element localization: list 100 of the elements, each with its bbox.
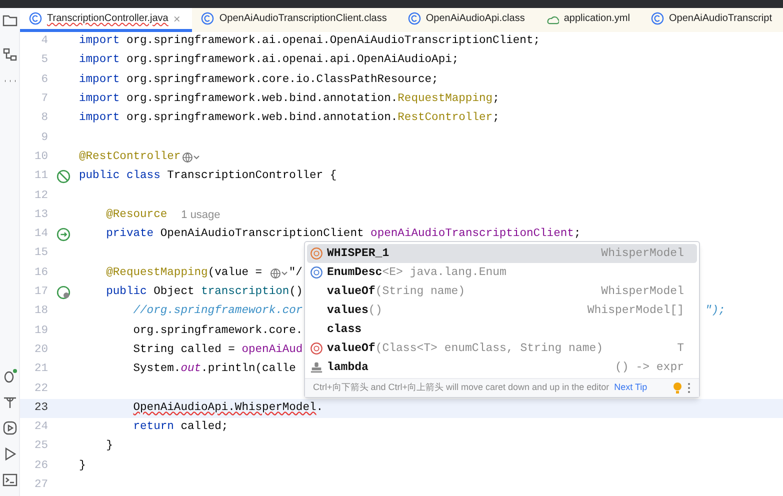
endpoint-icon[interactable] <box>56 285 71 300</box>
editor-tab[interactable]: OpenAiAudioApi.class <box>398 8 537 32</box>
completion-item[interactable]: EnumDesc<E> java.lang.Enum <box>307 263 697 282</box>
tab-label: OpenAiAudioApi.class <box>426 12 525 26</box>
completion-type: () -> expr <box>614 360 684 376</box>
code-text: ; <box>492 92 500 108</box>
code-text: private <box>105 226 154 242</box>
code-text: import <box>79 52 120 68</box>
enum-class-icon <box>310 266 323 279</box>
line-number: 25 <box>33 439 48 454</box>
more-options-icon[interactable] <box>687 382 691 394</box>
line-number: 20 <box>33 342 48 358</box>
code-text: import <box>79 72 120 88</box>
class-file-icon <box>408 12 421 25</box>
completion-item[interactable]: lambda () -> expr <box>307 358 697 377</box>
completion-name: lambda <box>327 360 368 374</box>
line-number: 17 <box>33 285 48 300</box>
injection-icon[interactable] <box>56 227 71 242</box>
code-text: TranscriptionController { <box>166 168 337 184</box>
line-number: 14 <box>33 227 48 242</box>
line-number: 18 <box>33 304 48 320</box>
code-text: String called = <box>132 342 236 358</box>
completion-item[interactable]: valueOf(Class<T> enumClass, String name) T <box>307 339 697 358</box>
tab-label: application.yml <box>564 12 630 26</box>
editor-tab[interactable]: TranscriptionController.java × <box>20 8 192 32</box>
line-number: 12 <box>33 188 48 204</box>
editor-tab[interactable]: application.yml <box>536 8 642 32</box>
completion-signature: <E> java.lang.Enum <box>382 266 506 279</box>
code-text: public <box>105 284 147 300</box>
completion-signature: (String name) <box>375 284 466 298</box>
completion-signature: () <box>368 304 382 317</box>
line-number: 24 <box>33 420 48 436</box>
code-text: import <box>79 34 120 50</box>
completion-name: WHISPER_1 <box>327 246 390 260</box>
code-text: "); <box>705 304 726 320</box>
code-text: ; <box>574 227 581 242</box>
line-number: 27 <box>33 478 48 493</box>
completion-item[interactable]: WHISPER_1 WhisperModel <box>307 244 697 263</box>
run-services-icon[interactable] <box>2 420 18 436</box>
completion-item[interactable]: values() WhisperModel[] <box>307 301 697 320</box>
line-number: 6 <box>40 72 48 88</box>
line-number: 22 <box>33 382 48 397</box>
code-text: () <box>289 284 303 300</box>
editor-tab[interactable]: OpenAiAudioTranscript <box>642 8 783 32</box>
bean-icon[interactable] <box>56 169 71 184</box>
line-number: 11 <box>33 169 48 184</box>
code-text: out <box>180 362 202 378</box>
code-text: @RequestMapping <box>105 266 208 281</box>
code-text: org.springframework.web.bind.annotation. <box>125 110 398 126</box>
structure-icon[interactable] <box>2 47 18 63</box>
code-text: } <box>79 458 86 474</box>
tab-label: TranscriptionController.java <box>47 12 168 26</box>
code-text: import <box>79 92 120 108</box>
line-number: 26 <box>33 458 48 474</box>
enum-constant-icon <box>310 247 323 260</box>
code-text: openAiAudioTranscriptionClient <box>370 226 574 242</box>
line-number: 23 <box>33 400 48 416</box>
completion-type: WhisperModel[] <box>587 302 684 319</box>
code-text: @Resource <box>105 208 168 223</box>
code-text: @RestController <box>79 150 181 165</box>
code-text: return <box>132 420 174 436</box>
code-text: ; <box>492 111 500 126</box>
line-number: 21 <box>33 362 48 378</box>
globe-menu-icon[interactable] <box>270 268 288 279</box>
completion-name: valueOf <box>327 342 376 355</box>
code-text: .println(calle <box>201 362 296 378</box>
tab-label: OpenAiAudioTranscriptionClient.class <box>219 12 387 26</box>
editor-tab[interactable]: OpenAiAudioTranscriptionClient.class <box>192 8 399 32</box>
completion-name: values <box>327 304 368 317</box>
code-text: . <box>316 400 324 416</box>
line-number: 13 <box>33 208 48 223</box>
code-text: called; <box>180 420 228 436</box>
tip-text: Ctrl+向下箭头 and Ctrl+向上箭头 will move caret down and up in the editor <box>313 381 610 394</box>
line-number: 4 <box>40 34 48 50</box>
code-text: org.springframework.core.io.ClassPathResource; <box>125 72 438 88</box>
completion-signature: (Class<T> enumClass, String name) <box>375 342 604 355</box>
completion-type: WhisperModel <box>601 284 684 300</box>
line-number: 19 <box>33 324 48 339</box>
code-text: System. <box>132 362 181 378</box>
completion-item[interactable]: valueOf(String name) WhisperModel <box>307 282 697 301</box>
method-icon <box>310 342 323 355</box>
code-text: } <box>105 438 113 454</box>
next-tip-link[interactable]: Next Tip <box>614 381 648 395</box>
terminal-icon[interactable] <box>2 472 18 488</box>
class-file-icon <box>201 12 214 25</box>
code-text: org.springframework.core. <box>132 324 303 339</box>
completion-item[interactable]: class <box>307 320 697 339</box>
line-number: 15 <box>33 246 48 262</box>
class-file-icon <box>29 12 42 25</box>
line-number: 5 <box>40 53 48 68</box>
completion-name: class <box>327 322 362 336</box>
code-text: import <box>79 110 120 126</box>
stamp-icon <box>310 361 323 374</box>
code-text: org.springframework.ai.openai.OpenAiAudioTranscriptionClient; <box>125 34 540 50</box>
completion-type: WhisperModel <box>601 246 684 262</box>
code-text: "/ <box>288 266 302 281</box>
globe-menu-icon[interactable] <box>182 152 200 163</box>
code-text: OpenAiAudioApi.WhisperModel <box>132 400 316 416</box>
code-text: OpenAiAudioTranscriptionClient <box>159 226 365 242</box>
code-text: org.springframework.web.bind.annotation. <box>125 92 398 108</box>
